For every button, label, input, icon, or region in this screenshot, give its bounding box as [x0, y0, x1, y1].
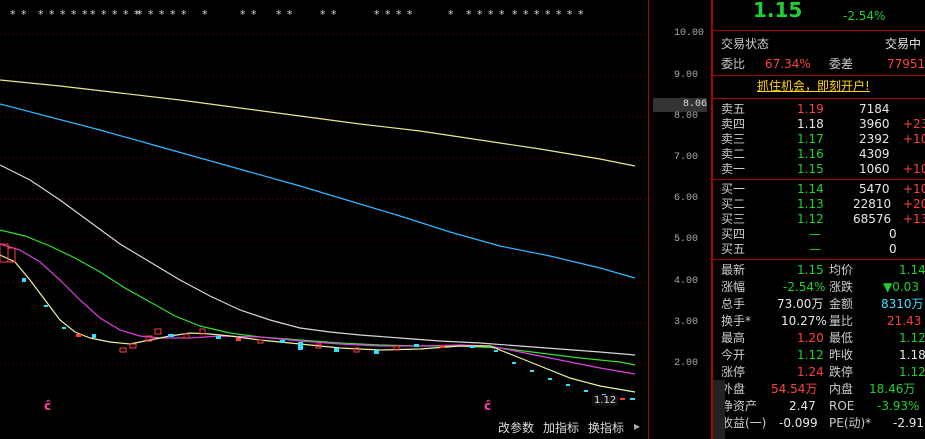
c-marker: ĉ: [484, 399, 492, 413]
stats-row: 外盘 54.54万 内盘 18.46万: [721, 382, 916, 396]
stats-row: 换手* 10.27% 量比 21.43: [721, 314, 922, 328]
y-tick: 5.00: [674, 234, 699, 245]
y-tick: 7.00: [674, 152, 699, 163]
stats-row: 最新 1.15 均价 1.14: [721, 263, 925, 277]
stats-row: 今开 1.12 昨收 1.18: [721, 348, 925, 362]
candle: [584, 390, 588, 392]
y-tick: 6.00: [674, 193, 699, 204]
candle: [76, 334, 81, 337]
current-price-box: 8.06: [653, 98, 707, 112]
candle: [154, 328, 162, 335]
candle: [236, 338, 241, 341]
kline-plot: [0, 33, 648, 400]
candle: [119, 347, 127, 353]
candle: [216, 336, 221, 339]
last-price-label: 1.12: [592, 395, 619, 406]
weibi-row: 委比 67.34% 委差 77951: [721, 57, 925, 71]
candle: [92, 334, 96, 338]
price-axis: 10.00 9.00 8.06 8.00 7.00 6.00 5.00 4.00…: [648, 0, 710, 439]
stats-row: 涨幅 -2.54% 涨跌 ▼0.03: [721, 280, 919, 294]
stats-row: 最高 1.20 最低 1.12: [721, 331, 925, 345]
bid-row[interactable]: 买五 — 0: [713, 241, 925, 257]
change-pct: -2.54%: [843, 9, 886, 23]
ma-line-white: [0, 164, 636, 356]
candle: [44, 305, 48, 307]
candle: [414, 344, 419, 347]
candles: [0, 243, 635, 400]
change-params-button[interactable]: 改参数: [498, 419, 534, 436]
candle: [620, 398, 625, 400]
divider: [713, 30, 925, 31]
grid-lines: [0, 33, 648, 365]
divider: [713, 259, 925, 260]
divider: [713, 98, 925, 99]
bid-row[interactable]: 买二 1.13 22810 +20: [713, 196, 925, 212]
y-tick: 10.00: [674, 28, 705, 39]
open-account-link[interactable]: 抓住机会，即刻开户!: [713, 78, 925, 94]
quote-panel: 1.15 -2.54% 交易状态 交易中 委比 67.34% 委差 77951 …: [711, 0, 925, 439]
y-tick: 4.00: [674, 276, 699, 287]
candle: [62, 327, 66, 329]
divider: [713, 75, 925, 76]
ask-row[interactable]: 卖二 1.16 4309: [713, 146, 925, 162]
stats-row: 净资产 2.47 ROE -3.93%: [721, 399, 920, 413]
candle: [22, 278, 26, 282]
trading-status-row: 交易状态 交易中: [721, 37, 922, 51]
candle: [280, 340, 285, 343]
candle: [0, 243, 9, 263]
y-tick: 8.00: [674, 111, 699, 122]
candle: [257, 339, 264, 344]
bid-row[interactable]: 买三 1.12 68576 +133: [713, 211, 925, 227]
ask-row[interactable]: 卖四 1.18 3960 +23: [713, 116, 925, 132]
ask-row[interactable]: 卖五 1.19 7184: [713, 101, 925, 117]
ma-line-yellow: [0, 79, 636, 167]
ma-line-pale-yellow: [0, 254, 636, 393]
bid-row[interactable]: 买四 — 0: [713, 226, 925, 242]
candle: [374, 350, 379, 354]
ask-row[interactable]: 卖三 1.17 2392 +100: [713, 131, 925, 147]
ma-line-magenta: [0, 243, 636, 375]
c-marker: ĉ: [44, 399, 52, 413]
candle: [548, 378, 552, 380]
candle: [630, 398, 635, 400]
y-tick: 9.00: [674, 70, 699, 81]
add-indicator-button[interactable]: 加指标: [543, 419, 579, 436]
candle: [440, 345, 445, 348]
bid-row[interactable]: 买一 1.14 5470 +108: [713, 181, 925, 197]
stats-row: 收益(一) -0.099 PE(动)* -2.91: [721, 416, 925, 430]
candle: [298, 342, 303, 350]
candle: [494, 350, 498, 352]
ma-line-green: [0, 229, 636, 366]
switch-indicator-button[interactable]: 换指标: [588, 419, 624, 436]
stats-row: 涨停 1.24 跌停 1.12: [721, 365, 925, 379]
candle: [168, 334, 174, 337]
candle: [334, 348, 339, 352]
candle: [530, 370, 534, 372]
candle: [512, 362, 516, 364]
y-tick: 3.00: [674, 317, 699, 328]
ask-row[interactable]: 卖一 1.15 1060 +103: [713, 161, 925, 177]
candle: [129, 343, 137, 349]
divider: [713, 179, 925, 180]
ma-line-cyan: [0, 103, 636, 279]
candle: [566, 384, 570, 386]
candle: [470, 346, 475, 348]
kline-chart[interactable]: * * * * * * * * * * * * * * * * * * * * …: [0, 0, 710, 439]
panel-scrollbar[interactable]: [713, 380, 725, 439]
stats-row: 总手 73.00万 金额 8310万: [721, 297, 924, 311]
y-tick: 2.00: [674, 358, 699, 369]
scroll-right-icon[interactable]: ▸: [634, 419, 640, 433]
last-price: 1.15: [753, 0, 803, 22]
